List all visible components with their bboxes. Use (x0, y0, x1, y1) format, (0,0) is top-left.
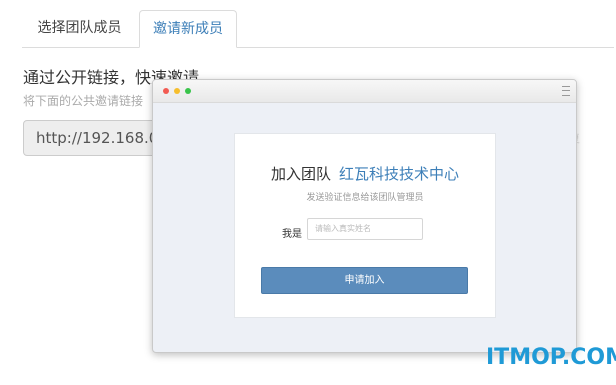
menu-icon[interactable] (562, 86, 570, 96)
card-title: 加入团队 红瓦科技技术中心 (235, 163, 495, 184)
close-dot-icon[interactable] (163, 88, 169, 94)
minimize-dot-icon[interactable] (174, 88, 180, 94)
watermark-logo: ITMOP.COM (486, 345, 616, 370)
me-label: 我是 (282, 229, 302, 240)
apply-join-button[interactable]: 申请加入 (261, 267, 468, 294)
card-subtitle: 发送验证信息给该团队管理员 (306, 193, 424, 203)
preview-window: 加入团队 红瓦科技技术中心 发送验证信息给该团队管理员 我是 请输入真实姓名 申请… (152, 79, 577, 353)
window-titlebar (153, 80, 576, 103)
join-team-card: 加入团队 红瓦科技技术中心 发送验证信息给该团队管理员 我是 请输入真实姓名 申请… (234, 133, 496, 318)
tab-select-members[interactable]: 选择团队成员 (22, 10, 137, 46)
tab-bar: 选择团队成员 邀请新成员 (22, 10, 614, 48)
real-name-input[interactable]: 请输入真实姓名 (307, 218, 423, 240)
maximize-dot-icon[interactable] (185, 88, 191, 94)
invite-subtext: 将下面的公共邀请链接 (23, 94, 144, 108)
tab-invite-members[interactable]: 邀请新成员 (139, 10, 237, 48)
team-name: 红瓦科技技术中心 (339, 165, 460, 183)
card-title-prefix: 加入团队 (270, 165, 331, 183)
